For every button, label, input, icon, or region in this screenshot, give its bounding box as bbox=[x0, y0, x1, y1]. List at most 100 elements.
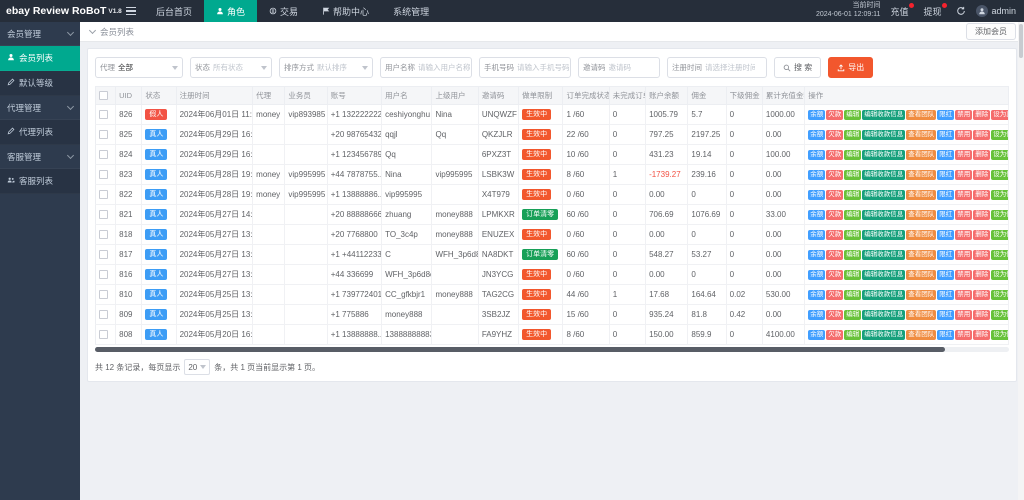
row-checkbox[interactable] bbox=[99, 290, 108, 299]
disable-button[interactable]: 禁用 bbox=[955, 150, 972, 160]
nav-item-roles[interactable]: 角色 bbox=[204, 0, 257, 22]
balance-button[interactable]: 余额 bbox=[808, 170, 825, 180]
row-checkbox[interactable] bbox=[99, 170, 108, 179]
edit-payment-info-button[interactable]: 编辑收款信息 bbox=[862, 290, 905, 300]
row-checkbox[interactable] bbox=[99, 230, 108, 239]
toggle-real-fake-button[interactable]: 设为假人 bbox=[991, 290, 1008, 300]
edit-payment-info-button[interactable]: 编辑收款信息 bbox=[862, 170, 905, 180]
balance-button[interactable]: 余额 bbox=[808, 210, 825, 220]
limit-button[interactable]: 限红 bbox=[937, 130, 954, 140]
edit-payment-info-button[interactable]: 编辑收款信息 bbox=[862, 250, 905, 260]
toggle-real-fake-button[interactable]: 设为假人 bbox=[991, 310, 1008, 320]
debt-button[interactable]: 欠款 bbox=[826, 210, 843, 220]
balance-button[interactable]: 余额 bbox=[808, 130, 825, 140]
username-input[interactable] bbox=[418, 63, 470, 72]
row-checkbox[interactable] bbox=[99, 210, 108, 219]
phone-input[interactable] bbox=[517, 63, 569, 72]
edit-button[interactable]: 编辑 bbox=[844, 330, 861, 340]
view-team-button[interactable]: 查看团队 bbox=[906, 270, 936, 280]
debt-button[interactable]: 欠款 bbox=[826, 110, 843, 120]
balance-button[interactable]: 余额 bbox=[808, 110, 825, 120]
sidebar-group-1[interactable]: 代理管理 bbox=[0, 96, 80, 120]
sidebar-group-2[interactable]: 客服管理 bbox=[0, 145, 80, 169]
debt-button[interactable]: 欠款 bbox=[826, 170, 843, 180]
disable-button[interactable]: 禁用 bbox=[955, 310, 972, 320]
debt-button[interactable]: 欠款 bbox=[826, 290, 843, 300]
delete-button[interactable]: 删除 bbox=[973, 310, 990, 320]
delete-button[interactable]: 删除 bbox=[973, 190, 990, 200]
debt-button[interactable]: 欠款 bbox=[826, 310, 843, 320]
nav-item-trade[interactable]: 交易 bbox=[257, 0, 310, 22]
view-team-button[interactable]: 查看团队 bbox=[906, 170, 936, 180]
limit-button[interactable]: 限红 bbox=[937, 230, 954, 240]
toggle-real-fake-button[interactable]: 设为假人 bbox=[991, 270, 1008, 280]
agent-filter-select[interactable]: 代理 全部 bbox=[95, 57, 183, 78]
balance-button[interactable]: 余额 bbox=[808, 310, 825, 320]
edit-button[interactable]: 编辑 bbox=[844, 230, 861, 240]
status-filter-select[interactable]: 状态 所有状态 bbox=[190, 57, 272, 78]
edit-button[interactable]: 编辑 bbox=[844, 290, 861, 300]
disable-button[interactable]: 禁用 bbox=[955, 290, 972, 300]
toggle-real-fake-button[interactable]: 设为假人 bbox=[991, 170, 1008, 180]
row-checkbox[interactable] bbox=[99, 310, 108, 319]
sidebar-item-agent-list[interactable]: 代理列表 bbox=[0, 120, 80, 145]
sidebar-group-0[interactable]: 会员管理 bbox=[0, 22, 80, 46]
horizontal-scrollbar-thumb[interactable] bbox=[95, 347, 945, 352]
edit-payment-info-button[interactable]: 编辑收款信息 bbox=[862, 330, 905, 340]
edit-button[interactable]: 编辑 bbox=[844, 210, 861, 220]
disable-button[interactable]: 禁用 bbox=[955, 330, 972, 340]
edit-payment-info-button[interactable]: 编辑收款信息 bbox=[862, 270, 905, 280]
delete-button[interactable]: 删除 bbox=[973, 150, 990, 160]
edit-payment-info-button[interactable]: 编辑收款信息 bbox=[862, 150, 905, 160]
edit-button[interactable]: 编辑 bbox=[844, 170, 861, 180]
toggle-real-fake-button[interactable]: 设为假人 bbox=[991, 230, 1008, 240]
edit-button[interactable]: 编辑 bbox=[844, 270, 861, 280]
debt-button[interactable]: 欠款 bbox=[826, 270, 843, 280]
reg-time-input[interactable] bbox=[705, 63, 755, 72]
row-checkbox[interactable] bbox=[99, 130, 108, 139]
invite-code-input[interactable] bbox=[609, 63, 647, 72]
page-size-select[interactable]: 20 bbox=[184, 359, 210, 375]
debt-button[interactable]: 欠款 bbox=[826, 250, 843, 260]
nav-item-system[interactable]: 系统管理 bbox=[381, 0, 441, 22]
disable-button[interactable]: 禁用 bbox=[955, 270, 972, 280]
balance-button[interactable]: 余额 bbox=[808, 150, 825, 160]
edit-payment-info-button[interactable]: 编辑收款信息 bbox=[862, 130, 905, 140]
row-checkbox[interactable] bbox=[99, 150, 108, 159]
limit-button[interactable]: 限红 bbox=[937, 210, 954, 220]
edit-payment-info-button[interactable]: 编辑收款信息 bbox=[862, 110, 905, 120]
delete-button[interactable]: 删除 bbox=[973, 290, 990, 300]
disable-button[interactable]: 禁用 bbox=[955, 190, 972, 200]
view-team-button[interactable]: 查看团队 bbox=[906, 230, 936, 240]
debt-button[interactable]: 欠款 bbox=[826, 150, 843, 160]
limit-button[interactable]: 限红 bbox=[937, 170, 954, 180]
edit-button[interactable]: 编辑 bbox=[844, 130, 861, 140]
limit-button[interactable]: 限红 bbox=[937, 110, 954, 120]
balance-button[interactable]: 余额 bbox=[808, 190, 825, 200]
refresh-icon[interactable] bbox=[956, 6, 966, 16]
view-team-button[interactable]: 查看团队 bbox=[906, 150, 936, 160]
debt-button[interactable]: 欠款 bbox=[826, 190, 843, 200]
limit-button[interactable]: 限红 bbox=[937, 290, 954, 300]
limit-button[interactable]: 限红 bbox=[937, 150, 954, 160]
nav-item-home[interactable]: 后台首页 bbox=[144, 0, 204, 22]
view-team-button[interactable]: 查看团队 bbox=[906, 210, 936, 220]
edit-button[interactable]: 编辑 bbox=[844, 310, 861, 320]
toggle-real-fake-button[interactable]: 设为假人 bbox=[991, 150, 1008, 160]
toggle-real-fake-button[interactable]: 设为假人 bbox=[991, 250, 1008, 260]
row-checkbox[interactable] bbox=[99, 110, 108, 119]
vertical-scrollbar-thumb[interactable] bbox=[1019, 24, 1023, 58]
delete-button[interactable]: 删除 bbox=[973, 330, 990, 340]
toggle-real-fake-button[interactable]: 设为假人 bbox=[991, 210, 1008, 220]
limit-button[interactable]: 限红 bbox=[937, 270, 954, 280]
select-all-checkbox[interactable] bbox=[99, 91, 108, 100]
view-team-button[interactable]: 查看团队 bbox=[906, 290, 936, 300]
limit-button[interactable]: 限红 bbox=[937, 250, 954, 260]
nav-item-help[interactable]: 帮助中心 bbox=[310, 0, 381, 22]
row-checkbox[interactable] bbox=[99, 270, 108, 279]
delete-button[interactable]: 删除 bbox=[973, 250, 990, 260]
delete-button[interactable]: 删除 bbox=[973, 130, 990, 140]
delete-button[interactable]: 删除 bbox=[973, 230, 990, 240]
delete-button[interactable]: 删除 bbox=[973, 170, 990, 180]
toggle-real-fake-button[interactable]: 设为真人 bbox=[991, 110, 1008, 120]
